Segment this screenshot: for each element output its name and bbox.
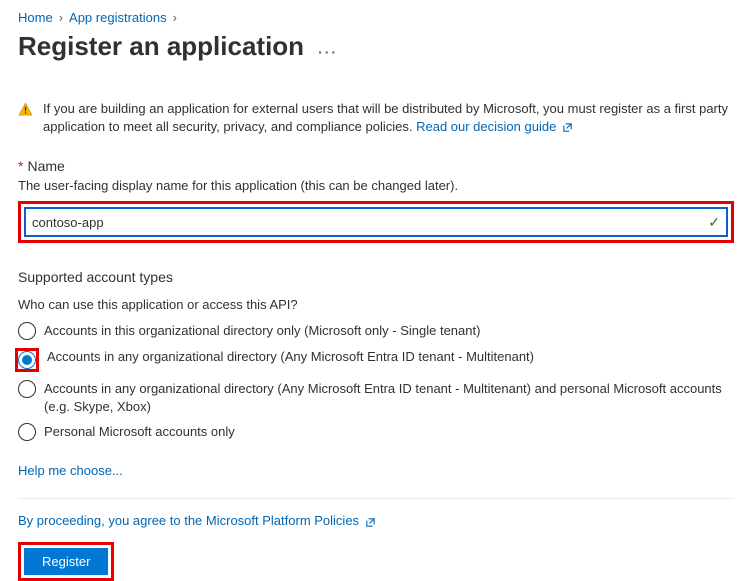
warning-message: If you are building an application for e… <box>43 101 728 134</box>
register-button[interactable]: Register <box>24 548 108 575</box>
platform-policies-text: By proceeding, you agree to the Microsof… <box>18 513 359 528</box>
radio-icon[interactable] <box>18 322 36 340</box>
decision-guide-link-text: Read our decision guide <box>416 119 556 134</box>
warning-text: If you are building an application for e… <box>43 100 734 136</box>
radio-option-personal-only[interactable]: Personal Microsoft accounts only <box>18 423 734 441</box>
external-link-icon <box>365 517 376 528</box>
decision-guide-link[interactable]: Read our decision guide <box>416 119 573 134</box>
radio-icon[interactable] <box>18 423 36 441</box>
name-input[interactable] <box>32 215 702 230</box>
radio-highlight-box <box>15 348 39 372</box>
name-help-text: The user-facing display name for this ap… <box>18 178 734 193</box>
radio-option-multitenant[interactable]: Accounts in any organizational directory… <box>18 348 734 372</box>
name-input-container: ✓ <box>24 207 728 237</box>
breadcrumb-home[interactable]: Home <box>18 10 53 25</box>
account-types-heading: Supported account types <box>18 269 734 285</box>
help-me-choose-link[interactable]: Help me choose... <box>18 463 123 478</box>
account-types-question: Who can use this application or access t… <box>18 297 734 312</box>
required-indicator: * <box>18 158 23 174</box>
warning-banner: If you are building an application for e… <box>18 100 734 136</box>
breadcrumb-app-registrations[interactable]: App registrations <box>69 10 167 25</box>
radio-dot-icon <box>22 355 32 365</box>
name-input-highlight: ✓ <box>18 201 734 243</box>
radio-label: Accounts in this organizational director… <box>44 322 480 340</box>
name-label-text: Name <box>27 158 64 174</box>
chevron-right-icon: › <box>59 10 63 25</box>
breadcrumb: Home › App registrations › <box>18 10 734 25</box>
page-title-text: Register an application <box>18 31 304 62</box>
radio-label: Accounts in any organizational directory… <box>47 348 534 366</box>
radio-label: Accounts in any organizational directory… <box>44 380 734 415</box>
name-label: *Name <box>18 158 734 174</box>
platform-policies-link[interactable]: By proceeding, you agree to the Microsof… <box>18 513 734 528</box>
more-actions-icon[interactable]: ··· <box>318 44 338 60</box>
chevron-right-icon: › <box>173 10 177 25</box>
radio-option-multitenant-personal[interactable]: Accounts in any organizational directory… <box>18 380 734 415</box>
warning-icon <box>18 102 33 117</box>
divider <box>18 498 734 499</box>
register-button-highlight: Register <box>18 542 114 581</box>
page-title: Register an application ··· <box>18 31 734 62</box>
external-link-icon <box>562 122 573 133</box>
valid-checkmark-icon: ✓ <box>708 214 720 231</box>
radio-option-single-tenant[interactable]: Accounts in this organizational director… <box>18 322 734 340</box>
radio-icon-selected[interactable] <box>18 351 36 369</box>
radio-label: Personal Microsoft accounts only <box>44 423 235 441</box>
radio-icon[interactable] <box>18 380 36 398</box>
